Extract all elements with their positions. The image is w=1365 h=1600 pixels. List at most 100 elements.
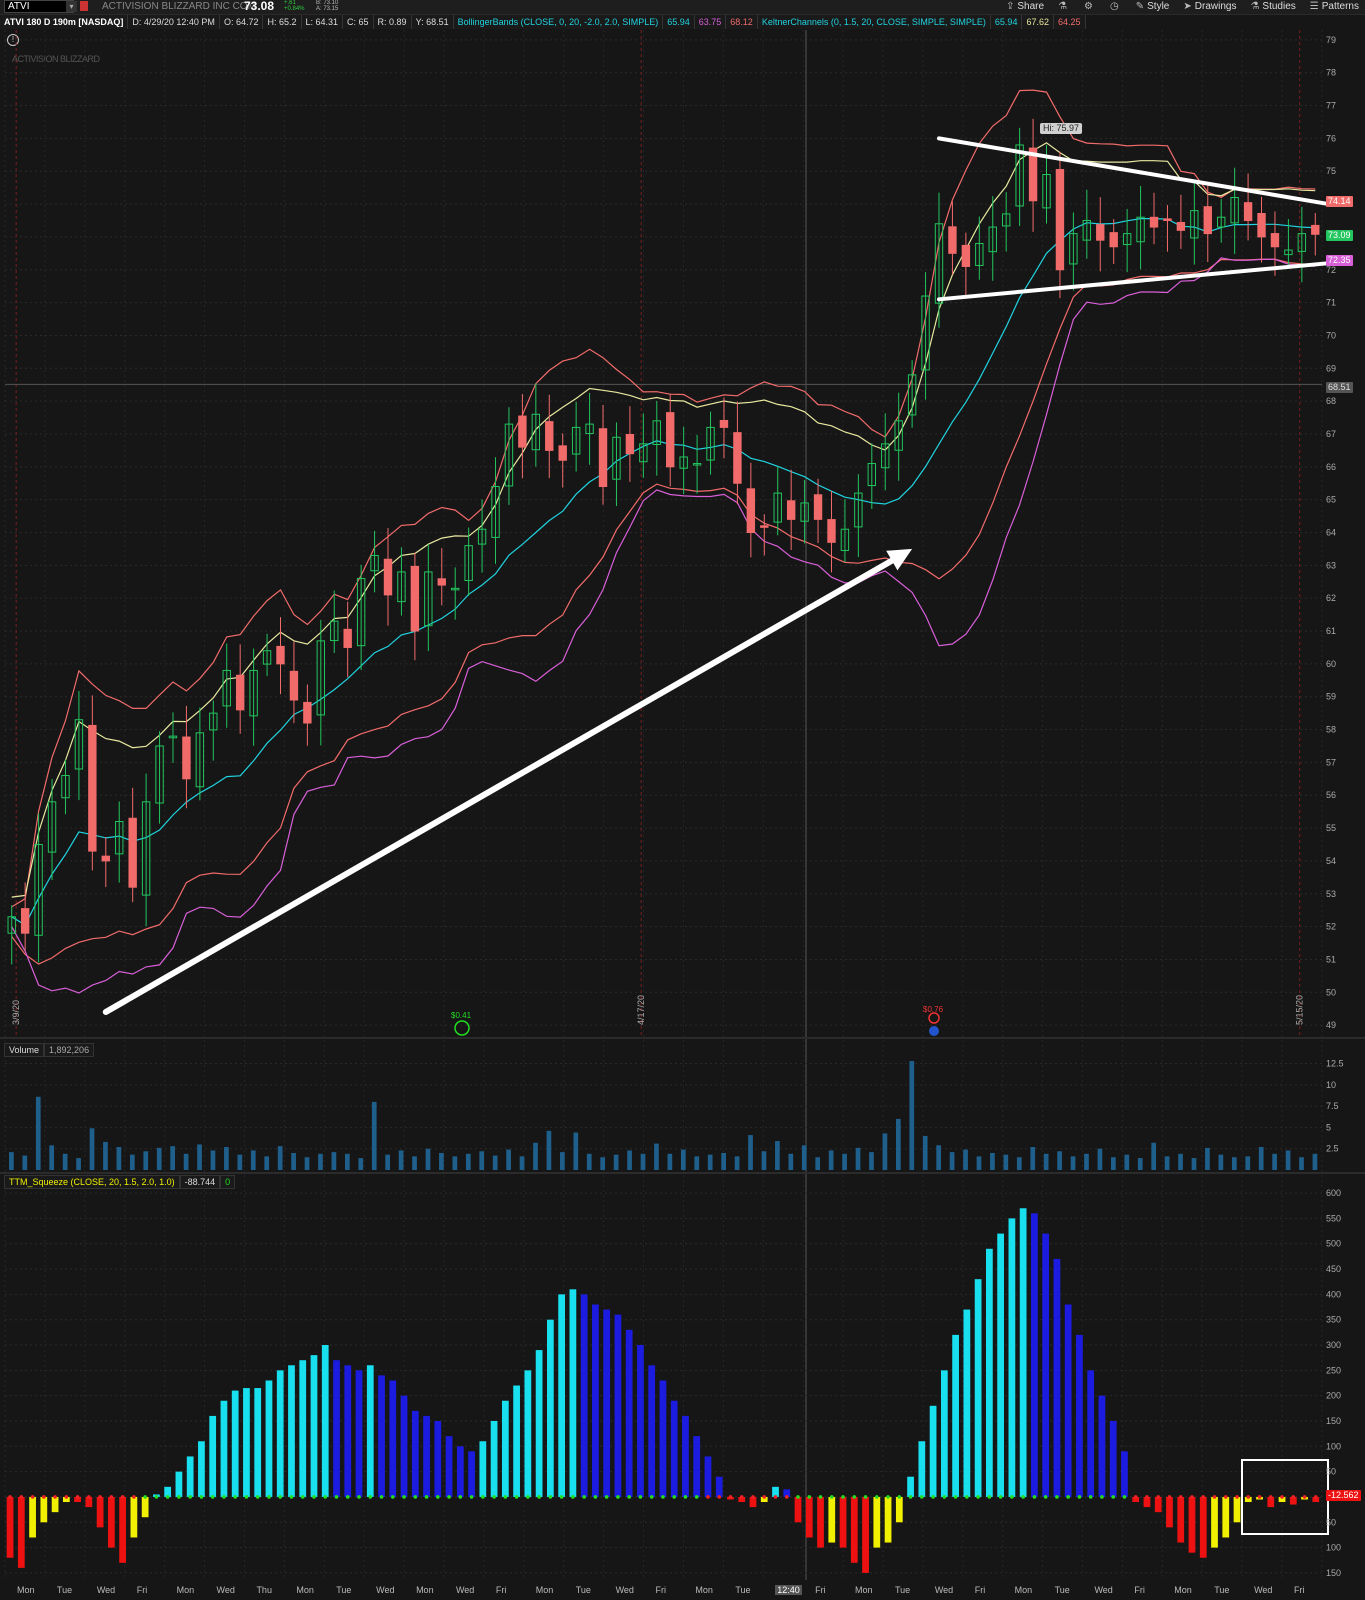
- volume-chart[interactable]: [9, 1061, 1318, 1170]
- time-axis-label: Wed: [216, 1585, 235, 1595]
- squeeze-tick-label: 100: [1326, 1441, 1341, 1451]
- price-tick-label: 75: [1326, 166, 1336, 176]
- candle-body: [1203, 206, 1212, 235]
- price-tick-label: 65: [1326, 495, 1336, 505]
- candle-body: [1096, 224, 1105, 241]
- volume-bar: [250, 1150, 256, 1170]
- volume-bar: [1084, 1153, 1089, 1170]
- squeeze-dot: [1077, 1495, 1082, 1499]
- squeeze-dot: [638, 1495, 643, 1499]
- squeeze-dot: [886, 1495, 890, 1499]
- squeeze-dot: [728, 1495, 733, 1499]
- squeeze-dot: [379, 1495, 384, 1499]
- squeeze-bar: [1121, 1451, 1128, 1497]
- squeeze-tick-label: 350: [1326, 1315, 1341, 1325]
- pane-divider[interactable]: [0, 1037, 1365, 1039]
- squeeze-dot: [1100, 1495, 1104, 1499]
- price-tick-label: 72: [1326, 265, 1336, 275]
- upper-band-tag: 74.14: [1326, 196, 1353, 207]
- volume-tick-label: 2.5: [1326, 1144, 1339, 1154]
- squeeze-dot: [244, 1495, 249, 1499]
- volume-bar: [922, 1135, 928, 1170]
- pane-divider[interactable]: [0, 1172, 1365, 1174]
- squeeze-bar: [839, 1496, 847, 1548]
- date-marker-label: 5/15/20: [1295, 995, 1305, 1025]
- ttm-title[interactable]: TTM_Squeeze (CLOSE, 20, 1.5, 2.0, 1.0): [4, 1175, 180, 1189]
- time-axis-label: Mon: [1014, 1585, 1033, 1595]
- volume-bar: [224, 1147, 229, 1170]
- earnings-icon: [928, 1012, 940, 1024]
- squeeze-dot: [278, 1495, 283, 1499]
- candle-body: [1149, 216, 1159, 228]
- price-tick-label: 60: [1326, 659, 1336, 669]
- squeeze-tick-label: 100: [1326, 1543, 1341, 1553]
- squeeze-dot: [582, 1495, 586, 1499]
- time-axis-label: Thu: [256, 1585, 272, 1595]
- squeeze-bar: [276, 1370, 284, 1497]
- chart-canvas[interactable]: 3/9/20 4/17/20 5/15/20 4950515253545556575…: [0, 0, 1365, 1600]
- candle-body: [1311, 224, 1320, 235]
- squeeze-dot: [424, 1495, 429, 1499]
- volume-bar: [1272, 1153, 1277, 1170]
- volume-bar: [439, 1152, 444, 1170]
- volume-tick-label: 7.5: [1326, 1101, 1339, 1111]
- squeeze-dot: [334, 1495, 339, 1499]
- volume-tick-label: 5: [1326, 1122, 1331, 1132]
- candle-body: [813, 494, 823, 520]
- volume-bar: [546, 1130, 552, 1170]
- squeeze-dot: [908, 1495, 913, 1499]
- squeeze-bar: [513, 1385, 520, 1497]
- volume-bar: [734, 1156, 740, 1170]
- volume-bar: [304, 1157, 310, 1170]
- squeeze-dot: [773, 1495, 778, 1499]
- volume-bar: [89, 1128, 95, 1170]
- earnings-label: $0.76: [923, 1005, 944, 1014]
- volume-bar: [425, 1148, 431, 1170]
- squeeze-dot: [1055, 1495, 1059, 1499]
- squeeze-dot: [706, 1495, 710, 1499]
- candle-body: [88, 724, 97, 852]
- volume-bar: [371, 1101, 377, 1170]
- squeeze-dot: [841, 1495, 845, 1499]
- volume-bar: [116, 1147, 122, 1170]
- time-axis-label: Fri: [974, 1585, 986, 1595]
- time-axis-label: Mon: [17, 1585, 35, 1595]
- squeeze-bar: [1222, 1496, 1230, 1538]
- squeeze-bar: [501, 1400, 509, 1497]
- squeeze-bar: [704, 1456, 712, 1497]
- price-tick-label: 71: [1326, 298, 1336, 308]
- squeeze-tick-label: 500: [1326, 1239, 1341, 1249]
- volume-bar: [721, 1152, 726, 1170]
- squeeze-dot: [199, 1495, 204, 1499]
- volume-bar: [1299, 1157, 1304, 1170]
- squeeze-bar: [670, 1400, 678, 1497]
- squeeze-bar: [1154, 1496, 1162, 1513]
- candle-body: [545, 421, 554, 451]
- volume-tick-label: 10: [1326, 1080, 1336, 1090]
- squeeze-dot: [188, 1495, 192, 1499]
- squeeze-dot: [210, 1495, 215, 1499]
- squeeze-bar: [141, 1496, 149, 1518]
- price-tick-label: 63: [1326, 560, 1336, 570]
- volume-bar: [465, 1153, 471, 1170]
- volume-bar: [318, 1153, 323, 1170]
- volume-bar: [183, 1153, 189, 1170]
- squeeze-tick-label: 300: [1326, 1340, 1341, 1350]
- volume-bar: [103, 1141, 108, 1170]
- squeeze-dot: [604, 1495, 609, 1499]
- time-axis-label: Fri: [495, 1585, 507, 1595]
- squeeze-bar: [850, 1496, 858, 1563]
- squeeze-dot: [953, 1495, 958, 1499]
- candle-body: [1176, 221, 1186, 231]
- candle-body: [101, 855, 110, 862]
- squeeze-dot: [1156, 1495, 1161, 1499]
- volume-title[interactable]: Volume: [4, 1043, 45, 1057]
- squeeze-dot: [177, 1495, 181, 1499]
- squeeze-dot: [75, 1495, 80, 1499]
- squeeze-tick-label: 250: [1326, 1365, 1341, 1375]
- squeeze-dot: [469, 1495, 474, 1499]
- time-axis-label: Fri: [1294, 1585, 1305, 1595]
- squeeze-bar: [592, 1304, 599, 1497]
- squeeze-dot: [571, 1495, 575, 1499]
- volume-bar: [1164, 1156, 1170, 1170]
